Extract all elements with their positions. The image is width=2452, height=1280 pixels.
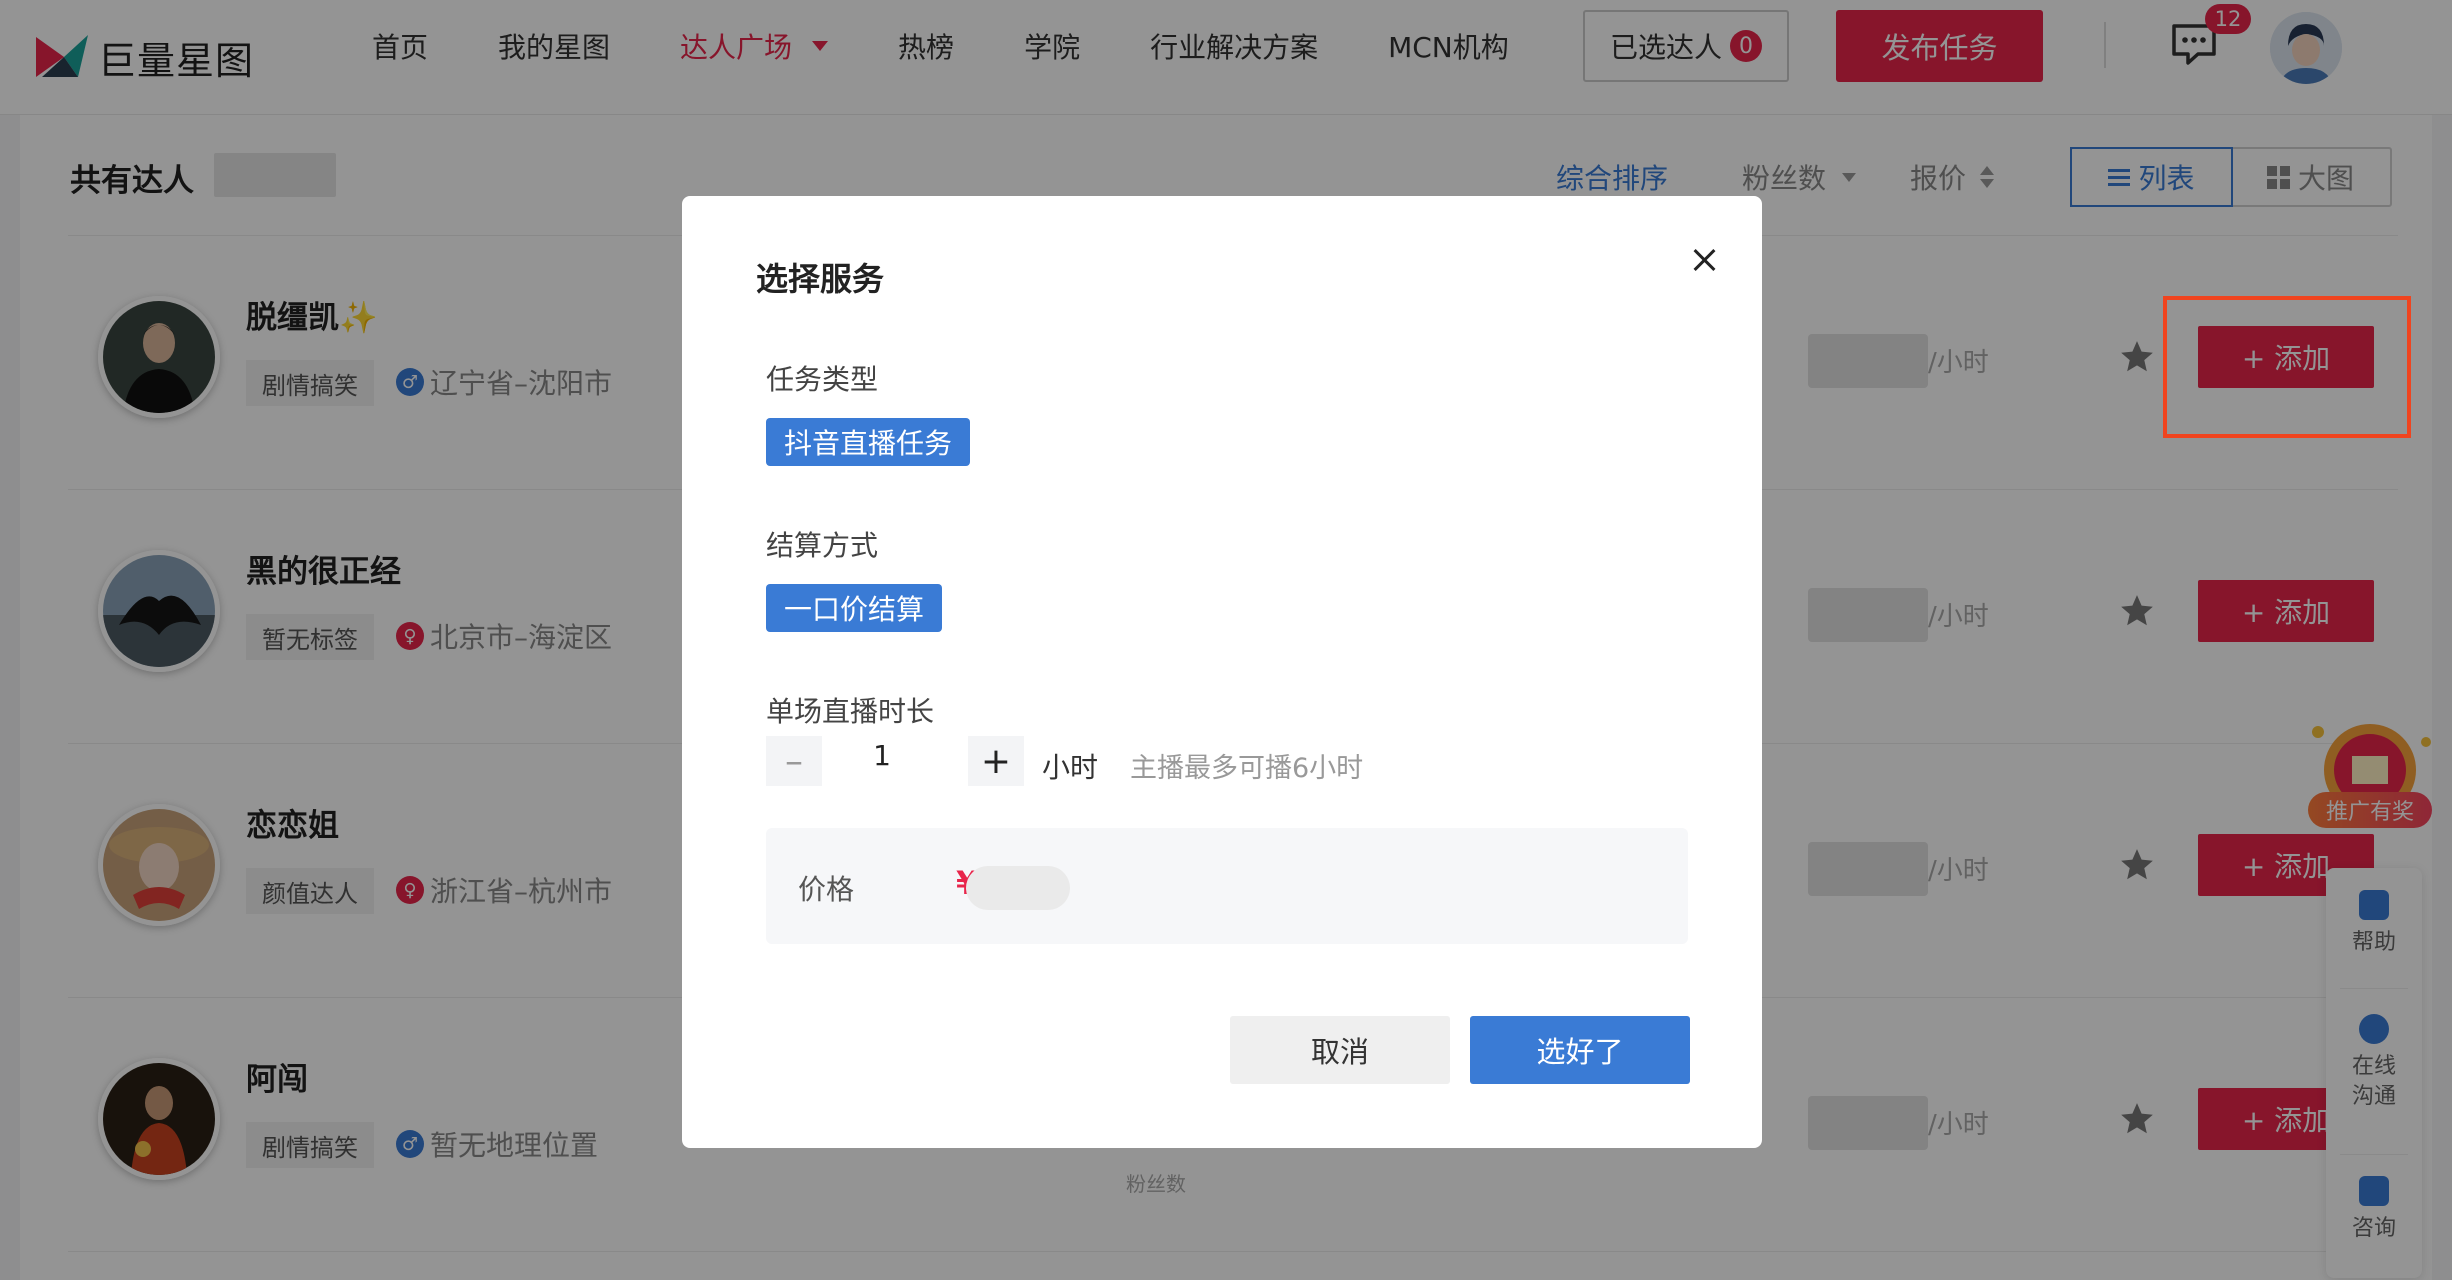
close-icon[interactable]	[1684, 240, 1724, 280]
task-type-option[interactable]: 抖音直播任务	[766, 418, 971, 466]
price-box: 价格 ¥1000	[766, 828, 1688, 944]
duration-unit: 小时	[1042, 751, 1099, 784]
duration-input[interactable]: 1	[842, 739, 922, 772]
duration-hint: 主播最多可播6小时	[1130, 753, 1364, 784]
cancel-button[interactable]: 取消	[1230, 1016, 1450, 1084]
price-mask	[966, 866, 1070, 910]
duration-label: 单场直播时长	[766, 695, 935, 728]
select-service-dialog: 选择服务 任务类型 抖音直播任务 结算方式 一口价结算 单场直播时长 – 1 +…	[682, 196, 1762, 1148]
settlement-label: 结算方式	[766, 529, 879, 562]
dialog-title: 选择服务	[756, 260, 885, 298]
settlement-option[interactable]: 一口价结算	[766, 584, 943, 632]
decrement-button[interactable]: –	[766, 736, 822, 786]
confirm-button[interactable]: 选好了	[1470, 1016, 1690, 1084]
price-label: 价格	[798, 873, 855, 906]
highlight-annotation	[2163, 296, 2411, 438]
task-type-label: 任务类型	[766, 363, 879, 396]
increment-button[interactable]: +	[968, 736, 1024, 786]
